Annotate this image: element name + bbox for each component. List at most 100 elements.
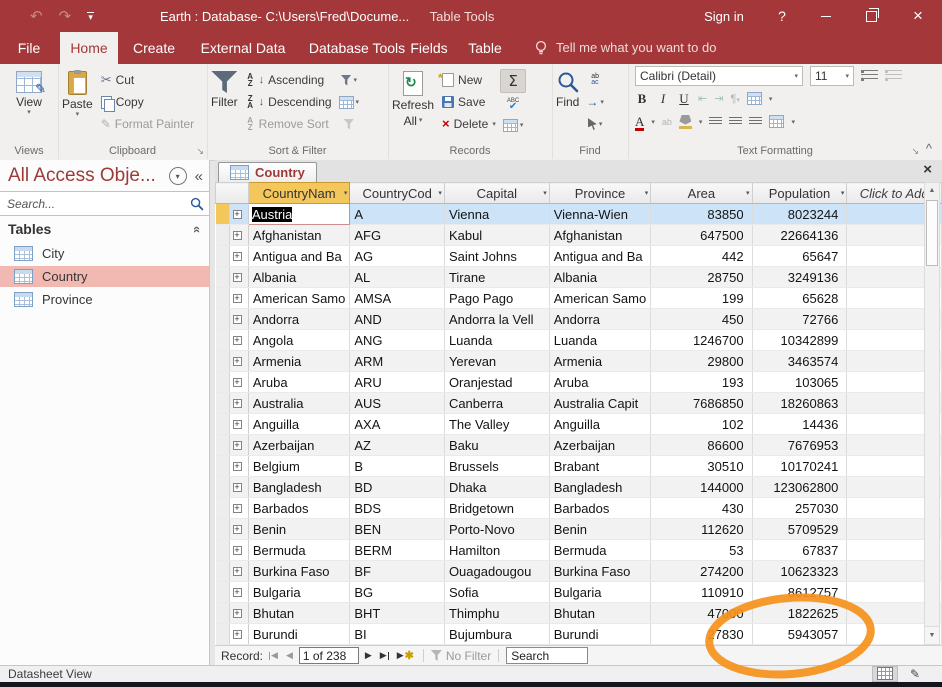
expand-row-icon[interactable]: + (233, 483, 242, 492)
italic-button[interactable]: I (656, 91, 670, 107)
row-selector[interactable]: + (216, 393, 249, 414)
table-row[interactable]: +American SamoAMSAPago PagoAmerican Samo… (216, 288, 942, 309)
cell-population[interactable]: 65628 (752, 288, 847, 309)
cell-area[interactable]: 29800 (651, 351, 752, 372)
table-row[interactable]: +AndorraANDAndorra la VellAndorra4507276… (216, 309, 942, 330)
underline-button[interactable]: U (677, 91, 691, 107)
cell-area[interactable]: 86600 (651, 435, 752, 456)
cell-code[interactable]: BI (350, 624, 445, 645)
cell-name[interactable]: Belgium (248, 456, 349, 477)
cell-population[interactable]: 67837 (752, 540, 847, 561)
expand-row-icon[interactable]: + (233, 231, 242, 240)
cell-name[interactable]: Andorra (248, 309, 349, 330)
text-direction-icon[interactable]: ¶▾ (730, 93, 739, 105)
no-filter-button[interactable]: No Filter (431, 649, 491, 663)
cell-code[interactable]: BHT (350, 603, 445, 624)
table-row[interactable]: +Burkina FasoBFOuagadougouBurkina Faso27… (216, 561, 942, 582)
close-button[interactable]: × (894, 0, 942, 32)
cell-population[interactable]: 14436 (752, 414, 847, 435)
cell-population[interactable]: 5709529 (752, 519, 847, 540)
new-record-button[interactable]: New (438, 69, 500, 91)
cell-code[interactable]: AFG (350, 225, 445, 246)
cell-code[interactable]: B (350, 456, 445, 477)
cell-province[interactable]: Brabant (549, 456, 650, 477)
cell-population[interactable]: 8023244 (752, 204, 847, 225)
expand-row-icon[interactable]: + (233, 441, 242, 450)
cell-area[interactable]: 27830 (651, 624, 752, 645)
table-row[interactable]: +BurundiBIBujumburaBurundi278305943057 (216, 624, 942, 645)
collapse-group-icon[interactable]: « (190, 225, 205, 232)
copy-button[interactable]: Copy (97, 91, 198, 113)
cell-population[interactable]: 72766 (752, 309, 847, 330)
table-row[interactable]: +BeninBENPorto-NovoBenin1126205709529 (216, 519, 942, 540)
redo-icon[interactable]: ↷ (59, 7, 72, 25)
column-header-population[interactable]: Population▾ (752, 183, 847, 204)
close-document-icon[interactable]: × (923, 161, 932, 178)
cell-code[interactable]: AZ (350, 435, 445, 456)
row-selector[interactable]: + (216, 267, 249, 288)
cell-population[interactable]: 123062800 (752, 477, 847, 498)
cell-name[interactable]: Afghanistan (248, 225, 349, 246)
scrollbar-thumb[interactable] (926, 200, 938, 266)
delete-record-button[interactable]: ×Delete▾ (438, 113, 500, 135)
cell-capital[interactable]: Canberra (444, 393, 549, 414)
expand-row-icon[interactable]: + (233, 420, 242, 429)
cell-area[interactable]: 102 (651, 414, 752, 435)
cell-province[interactable]: Bulgaria (549, 582, 650, 603)
cell-area[interactable]: 1246700 (651, 330, 752, 351)
cell-name[interactable]: Bulgaria (248, 582, 349, 603)
restore-button[interactable] (848, 0, 894, 32)
row-selector[interactable]: + (216, 519, 249, 540)
cell-name[interactable]: Aruba (248, 372, 349, 393)
tab-home[interactable]: Home (60, 32, 118, 64)
cell-province[interactable]: Bermuda (549, 540, 650, 561)
table-row[interactable]: +BermudaBERMHamiltonBermuda5367837 (216, 540, 942, 561)
table-row[interactable]: +BarbadosBDSBridgetownBarbados430257030 (216, 498, 942, 519)
refresh-all-button[interactable]: Refresh All▾ (388, 67, 438, 136)
design-view-button[interactable]: ✎ (902, 666, 928, 682)
cell-area[interactable]: 193 (651, 372, 752, 393)
cell-capital[interactable]: Bujumbura (444, 624, 549, 645)
cell-capital[interactable]: Ouagadougou (444, 561, 549, 582)
cell-province[interactable]: Barbados (549, 498, 650, 519)
row-selector[interactable]: + (216, 561, 249, 582)
row-selector[interactable]: + (216, 498, 249, 519)
datasheet-view-button[interactable] (872, 666, 898, 682)
cell-population[interactable]: 8612757 (752, 582, 847, 603)
cell-area[interactable]: 430 (651, 498, 752, 519)
cell-area[interactable]: 647500 (651, 225, 752, 246)
cell-capital[interactable]: Hamilton (444, 540, 549, 561)
expand-row-icon[interactable]: + (233, 315, 242, 324)
cell-capital[interactable]: Yerevan (444, 351, 549, 372)
cell-province[interactable]: American Samo (549, 288, 650, 309)
row-selector[interactable]: + (216, 582, 249, 603)
cell-population[interactable]: 22664136 (752, 225, 847, 246)
cell-area[interactable]: 274200 (651, 561, 752, 582)
cell-capital[interactable]: Pago Pago (444, 288, 549, 309)
column-header-area[interactable]: Area▾ (651, 183, 752, 204)
fill-color-button[interactable] (679, 115, 692, 129)
totals-button[interactable]: Σ (500, 69, 527, 93)
sidebar-item-province[interactable]: Province (0, 289, 209, 310)
row-selector[interactable]: + (216, 246, 249, 267)
align-right-icon[interactable] (749, 117, 762, 126)
cell-name[interactable]: Barbados (248, 498, 349, 519)
table-row[interactable]: +Antigua and BaAGSaint JohnsAntigua and … (216, 246, 942, 267)
tab-country-table[interactable]: Country (218, 162, 317, 182)
sidebar-item-country[interactable]: Country (0, 266, 209, 287)
record-search-input[interactable] (506, 647, 588, 664)
cell-population[interactable]: 10170241 (752, 456, 847, 477)
cell-name[interactable]: American Samo (248, 288, 349, 309)
expand-row-icon[interactable]: + (233, 567, 242, 576)
row-selector[interactable]: + (216, 351, 249, 372)
cell-province[interactable]: Armenia (549, 351, 650, 372)
nav-search-icon[interactable] (190, 197, 204, 211)
select-button[interactable]: ▾ (583, 113, 607, 135)
expand-row-icon[interactable]: + (233, 357, 242, 366)
expand-row-icon[interactable]: + (233, 546, 242, 555)
cell-population[interactable]: 3463574 (752, 351, 847, 372)
cell-area[interactable]: 7686850 (651, 393, 752, 414)
cell-area[interactable]: 47000 (651, 603, 752, 624)
scroll-up-icon[interactable]: ▲ (925, 183, 939, 199)
help-button[interactable]: ? (760, 0, 804, 32)
